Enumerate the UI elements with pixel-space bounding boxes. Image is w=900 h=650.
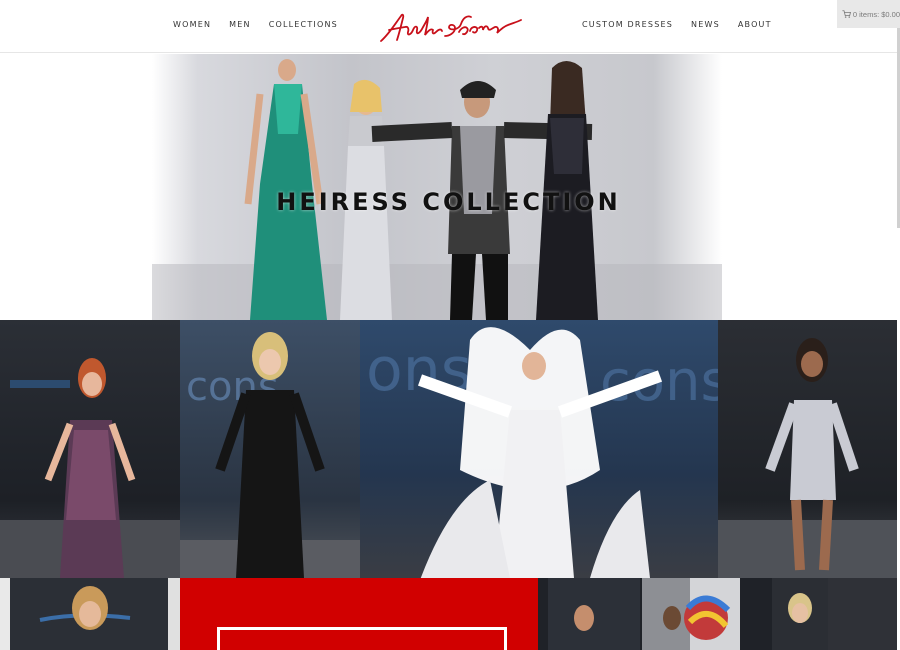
runway-photo-3: ons cons — [366, 327, 718, 578]
hero-runway-photo — [152, 54, 722, 320]
nav-men[interactable]: MEN — [229, 20, 251, 29]
nav-collections[interactable]: COLLECTIONS — [269, 20, 338, 29]
brand-logo[interactable] — [375, 8, 523, 48]
promo-banner[interactable] — [180, 578, 538, 650]
collection-tile-6[interactable] — [538, 578, 897, 650]
site-header: WOMEN MEN COLLECTIONS CUSTOM DRESSES NEW… — [0, 0, 900, 53]
collection-tile-3[interactable]: ons cons — [360, 320, 718, 578]
runway-photo-1 — [0, 358, 180, 578]
nav-about[interactable]: ABOUT — [738, 20, 772, 29]
primary-nav-right: CUSTOM DRESSES NEWS ABOUT — [582, 20, 772, 29]
collection-tile-2[interactable]: cons — [180, 320, 360, 578]
nav-news[interactable]: NEWS — [691, 20, 720, 29]
runway-photo-5 — [0, 578, 180, 650]
runway-photo-2: cons — [180, 332, 360, 578]
cart-summary: 0 items: $0.00 — [852, 9, 900, 19]
collection-grid-row-3 — [0, 578, 897, 650]
primary-nav-left: WOMEN MEN COLLECTIONS — [173, 20, 338, 29]
hero-banner[interactable]: HEIRESS COLLECTION — [0, 54, 897, 320]
hero-title: HEIRESS COLLECTION — [276, 188, 621, 216]
collection-grid: cons ons cons — [0, 320, 897, 578]
runway-photo-4 — [718, 338, 897, 578]
promo-frame — [217, 627, 507, 650]
nav-custom-dresses[interactable]: CUSTOM DRESSES — [582, 20, 673, 29]
runway-photo-6 — [548, 578, 897, 650]
collection-tile-5[interactable] — [0, 578, 180, 650]
nav-women[interactable]: WOMEN — [173, 20, 211, 29]
collection-tile-1[interactable] — [0, 320, 180, 578]
shopping-cart-icon — [842, 10, 851, 18]
collection-tile-4[interactable] — [718, 320, 897, 578]
cart-widget[interactable]: 0 items: $0.00 — [837, 0, 900, 28]
